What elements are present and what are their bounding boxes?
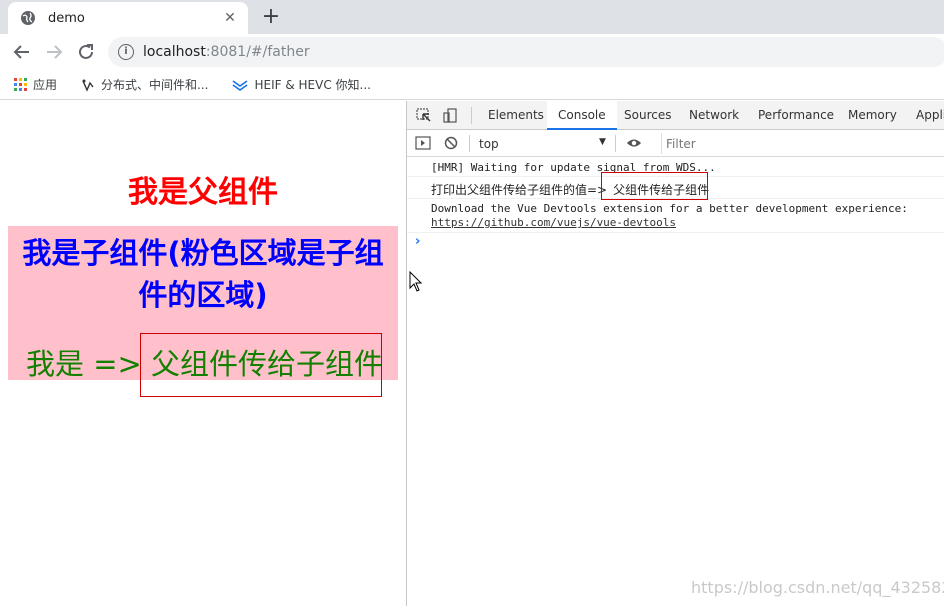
reload-icon[interactable] [74, 40, 98, 64]
filter-placeholder: Filter [666, 137, 696, 151]
vue-devtools-link[interactable]: https://github.com/vuejs/vue-devtools [431, 216, 676, 229]
apps-grid-icon [14, 78, 27, 91]
child-prefix: 我是 => [26, 347, 152, 381]
bookmark-label: HEIF & HEVC 你知... [254, 78, 371, 92]
console-toolbar: top ▼ Filter [407, 130, 944, 157]
url-host: localhost [143, 44, 206, 60]
sidebar-toggle-icon[interactable] [415, 136, 431, 151]
eye-icon[interactable] [626, 136, 642, 151]
tab-console[interactable]: Console [547, 101, 617, 130]
console-prompt-icon[interactable]: › [415, 234, 420, 249]
forward-arrow-icon[interactable] [42, 40, 66, 64]
device-toolbar-icon[interactable] [443, 108, 459, 123]
back-arrow-icon[interactable] [10, 40, 34, 64]
log-text: Download the Vue Devtools extension for … [431, 202, 908, 215]
browser-tab[interactable]: demo ✕ [8, 2, 248, 34]
bookmark-heif[interactable]: HEIF & HEVC 你知... [232, 76, 371, 93]
tab-memory[interactable]: Memory [848, 101, 897, 130]
bookmark-apps[interactable]: 应用 [14, 76, 57, 93]
clear-console-icon[interactable] [444, 136, 460, 151]
address-bar[interactable]: i localhost:8081/#/father [108, 37, 944, 67]
context-selector[interactable]: top [479, 137, 499, 151]
separator [615, 135, 616, 152]
bookmark-label: 分布式、中间件和... [101, 78, 209, 92]
tab-elements[interactable]: Elements [488, 101, 544, 130]
log-prefix: 打印出父组件传给子组件的值=> [431, 183, 608, 197]
tab-sources[interactable]: Sources [624, 101, 671, 130]
devtools-panel: Elements Console Sources Network Perform… [407, 101, 944, 606]
globe-icon [21, 11, 35, 25]
devtools-tabbar: Elements Console Sources Network Perform… [407, 101, 944, 130]
child-component-title: 我是子组件(粉色区域是子组件的区域) [22, 236, 384, 312]
tab-performance[interactable]: Performance [758, 101, 834, 130]
chevron-down-icon[interactable]: ▼ [599, 137, 606, 147]
parent-component-title: 我是父组件 [128, 175, 278, 210]
separator [471, 107, 472, 124]
highlight-box [140, 333, 382, 397]
bookmark-distributed[interactable]: 分布式、中间件和... [81, 76, 208, 93]
highlight-box [601, 172, 708, 200]
tab-network[interactable]: Network [689, 101, 739, 130]
console-log-devtools: Download the Vue Devtools extension for … [407, 199, 944, 233]
browser-toolbar: i localhost:8081/#/father [0, 34, 944, 70]
bookmark-label: 应用 [33, 78, 58, 92]
site-info-icon[interactable]: i [118, 44, 134, 60]
bookmark-page-icon [82, 79, 94, 92]
inspect-element-icon[interactable] [416, 108, 432, 123]
separator [469, 135, 470, 152]
tab-strip: demo ✕ + [0, 0, 944, 34]
close-tab-icon[interactable]: ✕ [222, 10, 238, 26]
bookmark-page-icon [233, 79, 248, 91]
tab-title: demo [48, 10, 85, 26]
web-page: 我是父组件 我是子组件(粉色区域是子组件的区域) 我是 => 父组件传给子组件 [0, 101, 406, 606]
new-tab-button[interactable]: + [258, 4, 284, 30]
url-path: :8081/#/father [205, 44, 310, 60]
console-filter-input[interactable]: Filter [661, 133, 944, 154]
tab-application[interactable]: Appli [916, 101, 944, 130]
watermark-text: https://blog.csdn.net/qq_43258252 [691, 578, 944, 597]
mouse-cursor-icon [409, 271, 423, 292]
bookmarks-bar: 应用 分布式、中间件和... HEIF & HEVC 你知... [0, 70, 944, 100]
